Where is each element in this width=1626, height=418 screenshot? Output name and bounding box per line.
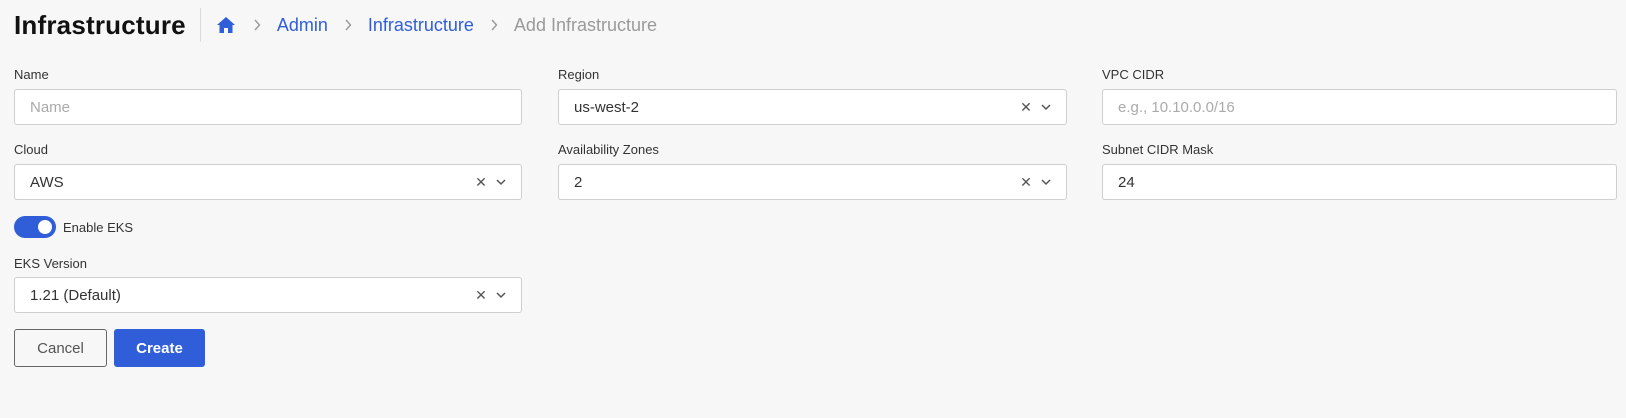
vpc-cidr-field-group: VPC CIDR [1102,67,1617,127]
subnet-cidr-mask-label: Subnet CIDR Mask [1102,142,1214,157]
toggle-knob [38,220,52,234]
clear-icon[interactable]: ✕ [1018,99,1034,116]
breadcrumb-add-infrastructure: Add Infrastructure [513,14,657,35]
vpc-cidr-input-box[interactable] [1102,89,1617,125]
vpc-cidr-label: VPC CIDR [1102,67,1165,82]
cloud-value: AWS [30,173,64,191]
cloud-label: Cloud [14,142,48,157]
chevron-down-icon[interactable] [1038,178,1054,186]
enable-eks-toggle[interactable] [14,216,56,238]
region-field-group: Region us-west-2 ✕ [558,67,1067,127]
breadcrumb-admin[interactable]: Admin [277,15,328,36]
eks-version-select[interactable]: 1.21 (Default) ✕ [14,277,522,313]
eks-version-value: 1.21 (Default) [30,286,121,304]
subnet-cidr-mask-field-group: Subnet CIDR Mask [1102,142,1617,202]
name-field-group: Name [14,67,522,127]
name-input-box[interactable] [14,89,522,125]
availability-zones-value: 2 [574,173,583,191]
chevron-down-icon[interactable] [493,178,509,186]
chevron-down-icon[interactable] [493,291,509,299]
availability-zones-field-group: Availability Zones 2 ✕ [558,142,1067,202]
chevron-right-icon [253,19,261,31]
vpc-cidr-input[interactable] [1118,98,1616,116]
eks-version-label: EKS Version [14,256,87,271]
subnet-cidr-mask-input[interactable] [1118,173,1616,191]
region-value: us-west-2 [574,98,640,116]
breadcrumb-infrastructure[interactable]: Infrastructure [368,15,474,36]
cancel-button[interactable]: Cancel [14,329,107,367]
chevron-down-icon[interactable] [1038,103,1054,111]
create-button[interactable]: Create [114,329,205,367]
subnet-cidr-mask-input-box[interactable] [1102,164,1617,200]
clear-icon[interactable]: ✕ [473,174,489,191]
clear-icon[interactable]: ✕ [1018,174,1034,191]
breadcrumb: Admin Infrastructure Add Infrastructure [215,14,657,36]
enable-eks-row: Enable EKS [14,216,133,238]
home-icon[interactable] [215,14,237,36]
region-select[interactable]: us-west-2 ✕ [558,89,1067,125]
chevron-right-icon [344,19,352,31]
eks-version-field-group: EKS Version 1.21 (Default) ✕ [14,256,522,316]
cloud-field-group: Cloud AWS ✕ [14,142,522,202]
cloud-select[interactable]: AWS ✕ [14,164,522,200]
availability-zones-select[interactable]: 2 ✕ [558,164,1067,200]
enable-eks-label: Enable EKS [63,219,134,235]
name-label: Name [14,67,49,82]
name-input[interactable] [30,98,521,116]
clear-icon[interactable]: ✕ [473,287,489,304]
header-divider [199,8,201,42]
page-header: Infrastructure Admin Infrastructure Add … [14,8,657,42]
availability-zones-label: Availability Zones [558,142,659,157]
page-title: Infrastructure [14,9,186,40]
chevron-right-icon [490,19,498,31]
region-label: Region [558,67,600,82]
